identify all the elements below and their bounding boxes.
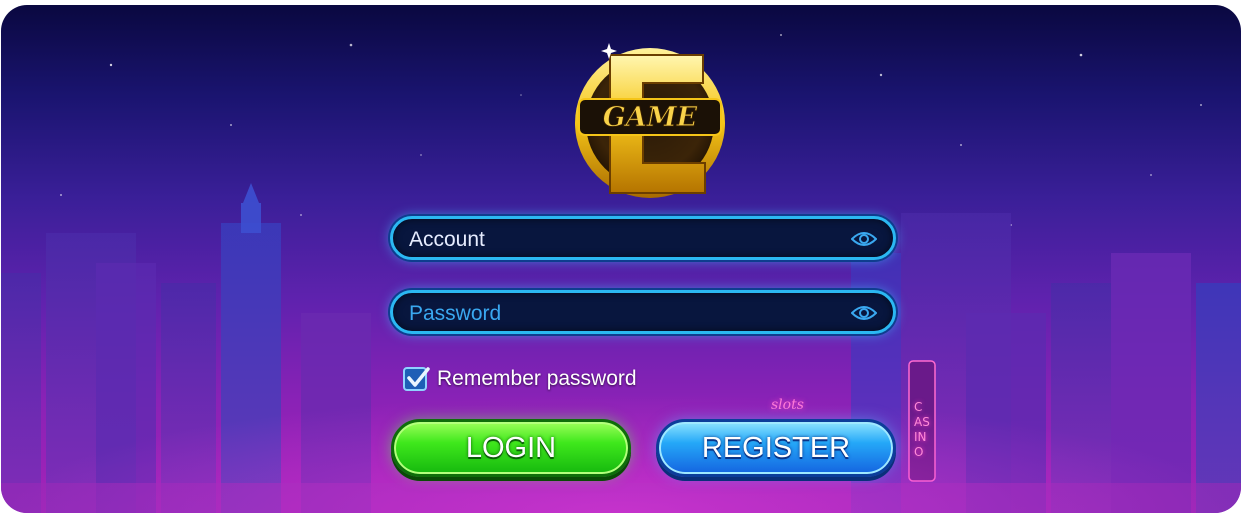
remember-password-label[interactable]: Remember password [437, 367, 637, 391]
password-field[interactable]: Password [390, 290, 896, 334]
slots-sign: slots [771, 397, 804, 413]
account-field[interactable]: Account [390, 216, 896, 260]
remember-checkbox[interactable] [403, 367, 430, 391]
logo-game-text: GAME [603, 102, 698, 133]
eye-icon[interactable] [851, 229, 877, 249]
password-placeholder: Password [409, 302, 502, 325]
account-placeholder: Account [409, 228, 485, 251]
checkmark-icon [407, 367, 430, 387]
casino-sign-text: CASINO [914, 400, 930, 459]
login-button[interactable]: LOGIN [391, 419, 631, 477]
egame-logo: GAME [575, 43, 725, 198]
eye-icon[interactable] [851, 303, 877, 323]
register-button[interactable]: REGISTER [656, 419, 896, 477]
login-screen: slots CASINO GAME E Account [1, 5, 1241, 513]
